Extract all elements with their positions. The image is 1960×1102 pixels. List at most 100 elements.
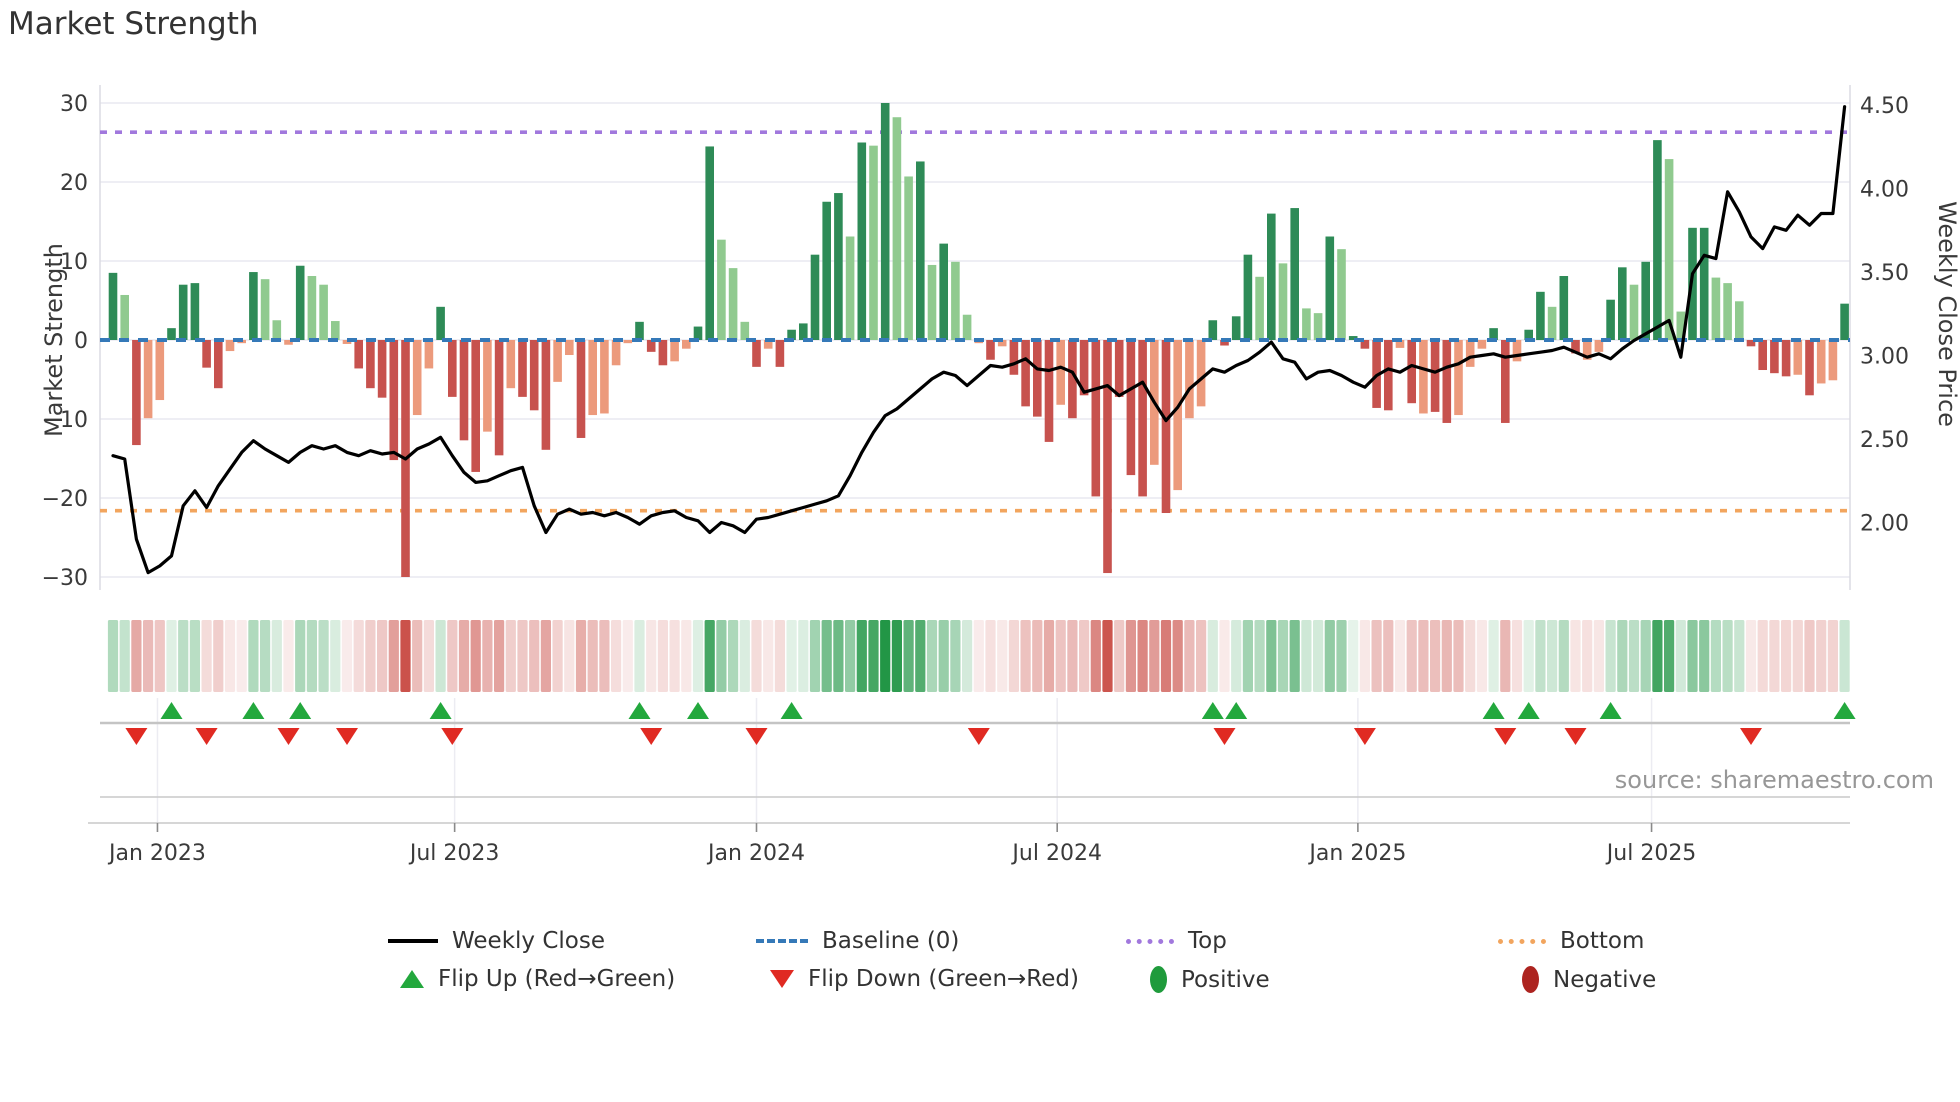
- heatmap-cell: [318, 620, 329, 692]
- marker-lane: [100, 698, 1850, 823]
- heatmap-cell: [962, 620, 973, 692]
- strength-bar: [834, 193, 843, 340]
- strength-bar: [307, 276, 317, 340]
- source-credit: source: sharemaestro.com: [1614, 766, 1934, 794]
- heatmap-cell: [1067, 620, 1078, 692]
- heatmap-cell: [763, 620, 774, 692]
- heatmap-cell: [1488, 620, 1499, 692]
- heatmap-cell: [926, 620, 938, 692]
- heatmap-cell: [458, 620, 470, 692]
- heatmap-cell: [575, 620, 587, 692]
- strength-bar: [693, 326, 703, 340]
- heatmap-cell: [1547, 620, 1558, 692]
- heatmap-cell: [1336, 620, 1347, 692]
- strength-bar: [214, 340, 223, 389]
- heatmap-cell: [353, 620, 364, 692]
- strength-bar: [1138, 340, 1147, 497]
- svg-text:Jul 2023: Jul 2023: [408, 841, 500, 866]
- heatmap-cell: [1418, 620, 1429, 692]
- heatmap-cell: [119, 620, 130, 692]
- strength-bar: [249, 272, 258, 340]
- strength-bar: [1699, 227, 1709, 340]
- heatmap-cell: [997, 620, 1008, 692]
- heatmap-cell: [236, 620, 247, 692]
- strength-bar: [1278, 263, 1288, 340]
- svg-text:30: 30: [60, 92, 88, 117]
- heatmap-cell: [1125, 620, 1136, 692]
- heatmap-cell: [201, 620, 212, 692]
- strength-bar: [389, 340, 399, 461]
- heatmap-cell: [1242, 620, 1253, 692]
- legend-label: Flip Down (Green→Red): [808, 966, 1079, 992]
- heatmap-cell: [1430, 620, 1441, 692]
- strength-bar: [494, 340, 504, 456]
- flip-down-marker: [441, 728, 464, 745]
- strength-bar: [459, 340, 469, 441]
- strength-bar: [1044, 340, 1054, 442]
- heatmap-cell: [189, 620, 200, 692]
- svg-text:Jul 2025: Jul 2025: [1605, 841, 1697, 866]
- flip-down-marker: [640, 728, 663, 745]
- heatmap-cell: [423, 620, 434, 692]
- strength-bar: [143, 340, 153, 419]
- strength-bar: [436, 306, 445, 340]
- heatmap-cell: [1745, 620, 1757, 692]
- heatmap-cell: [1371, 620, 1382, 692]
- flip-down-marker: [336, 728, 358, 745]
- svg-text:Jul 2024: Jul 2024: [1010, 841, 1102, 866]
- strength-bar: [1816, 340, 1826, 384]
- heatmap-cell: [1664, 620, 1675, 692]
- heatmap-cell: [1090, 620, 1101, 692]
- strength-bar: [1103, 340, 1112, 574]
- legend-label: Bottom: [1560, 928, 1645, 954]
- strength-bar: [1161, 340, 1171, 514]
- strength-bar: [705, 146, 714, 340]
- strength-bar: [424, 340, 434, 369]
- strength-bar: [1618, 267, 1627, 340]
- heatmap-cell: [985, 620, 996, 692]
- heatmap-cell: [1137, 620, 1148, 692]
- heatmap-cell: [552, 620, 563, 692]
- strength-bar: [916, 161, 925, 340]
- heatmap-cell: [634, 620, 645, 692]
- strength-bar: [752, 340, 761, 367]
- heatmap-cell: [178, 620, 189, 692]
- strength-bar: [260, 279, 270, 340]
- heatmap-cell: [1757, 620, 1768, 692]
- legend-label: Positive: [1181, 966, 1270, 993]
- heatmap-cell: [1032, 620, 1043, 692]
- strength-bar: [319, 284, 328, 340]
- strength-bar: [132, 340, 141, 446]
- legend-label: Weekly Close: [452, 928, 605, 954]
- strength-bar: [272, 320, 282, 340]
- heatmap-cell: [564, 620, 575, 692]
- heatmap-cell: [1722, 620, 1733, 692]
- heatmap-cell: [1816, 620, 1827, 692]
- heatmap-cell: [809, 620, 821, 692]
- strength-bar: [412, 340, 422, 416]
- strength-bar: [810, 254, 820, 340]
- heatmap-cell: [856, 620, 867, 692]
- strength-bar: [600, 340, 609, 414]
- heatmap-cell: [1102, 620, 1113, 692]
- heatmap-cell: [1675, 620, 1686, 692]
- heatmap-cell: [1500, 620, 1511, 692]
- strength-bar: [1325, 236, 1335, 340]
- heatmap-cell: [1652, 620, 1663, 692]
- strength-bar: [1770, 340, 1779, 374]
- strength-bar: [880, 103, 890, 340]
- bottom-dotted-swatch: [1498, 938, 1546, 944]
- strength-bar: [1781, 340, 1791, 377]
- flip-up-markers: [160, 702, 1856, 719]
- heatmap-cell: [1441, 620, 1452, 692]
- flip-up-marker: [1599, 702, 1622, 719]
- heatmap-cell: [1628, 620, 1640, 692]
- svg-text:−30: −30: [42, 566, 88, 591]
- flip-down-marker: [195, 728, 218, 745]
- flip-up-marker: [1517, 702, 1540, 719]
- heatmap-cell: [646, 620, 657, 692]
- heatmap-cell: [1266, 620, 1277, 692]
- svg-text:0: 0: [74, 329, 88, 354]
- top-dotted-swatch: [1126, 938, 1174, 944]
- strength-bar: [717, 239, 726, 340]
